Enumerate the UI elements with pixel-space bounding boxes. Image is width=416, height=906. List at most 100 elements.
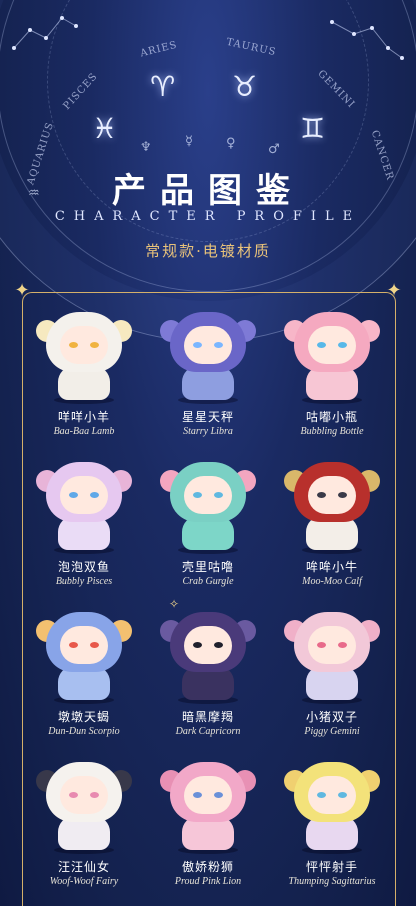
figure-eye-right (214, 342, 223, 348)
product-card[interactable]: 哞哞小牛 Moo-Moo Calf (270, 458, 394, 594)
constellation-right-icon (330, 20, 404, 60)
figure-eye-left (317, 792, 326, 798)
product-card[interactable]: 怦怦射手 Thumping Sagittarius (270, 758, 394, 894)
figure-face (308, 776, 356, 814)
product-card[interactable]: 泡泡双鱼 Bubbly Pisces (22, 458, 146, 594)
constellation-left-icon (12, 16, 78, 50)
taurus-symbol-icon: ♉ (232, 70, 258, 103)
figure-eye-left (69, 342, 78, 348)
figure-eye-left (193, 792, 202, 798)
figure-image (284, 758, 380, 854)
figure-eye-left (317, 492, 326, 498)
product-name-en: Bubbling Bottle (300, 426, 364, 437)
product-card[interactable]: 壳里咕噜 Crab Gurgle (146, 458, 270, 594)
figure-face (308, 476, 356, 514)
figure-image (36, 308, 132, 404)
product-card[interactable]: 咩咩小羊 Baa-Baa Lamb (22, 308, 146, 444)
figure-face (60, 476, 108, 514)
figure-eye-right (90, 342, 99, 348)
mercury-symbol-icon: ☿ (185, 134, 193, 149)
figure-image (36, 758, 132, 854)
product-name-zh: 泡泡双鱼 (57, 560, 110, 574)
neptune-symbol-icon: ♆ (140, 140, 152, 155)
figure-eye-left (193, 642, 202, 648)
figure-eye-left (317, 642, 326, 648)
figure-image (160, 458, 256, 554)
figure-face (308, 326, 356, 364)
product-name-en: Thumping Sagittarius (288, 876, 376, 887)
page-title-english: CHARACTER PROFILE (54, 209, 362, 224)
figure-image (284, 458, 380, 554)
product-card[interactable]: 汪汪仙女 Woof-Woof Fairy (22, 758, 146, 894)
product-name-zh: 咩咩小羊 (57, 410, 110, 424)
figure-eye-right (338, 492, 347, 498)
figure-face (184, 776, 232, 814)
mars-symbol-icon: ♂ (268, 142, 280, 157)
pisces-symbol-icon: ♓ (92, 112, 118, 145)
figure-eye-right (214, 792, 223, 798)
figure-eye-left (69, 642, 78, 648)
figure-image (160, 308, 256, 404)
aries-symbol-icon: ♈ (150, 70, 176, 103)
figure-eye-right (338, 342, 347, 348)
figure-image (284, 608, 380, 704)
product-name-zh: 星星天秤 (181, 410, 234, 424)
venus-symbol-icon: ♀ (226, 136, 236, 151)
figure-eye-right (90, 492, 99, 498)
product-grid: 咩咩小羊 Baa-Baa Lamb 星星天秤 Starry Libra 咕嘟小瓶 Bubb… (22, 308, 394, 894)
figure-eye-left (317, 342, 326, 348)
product-name-zh: 汪汪仙女 (57, 860, 110, 874)
figure-face (60, 326, 108, 364)
figure-eye-right (90, 792, 99, 798)
figure-face (60, 626, 108, 664)
product-name-en: Dun-Dun Scorpio (48, 726, 120, 737)
figure-eye-right (338, 792, 347, 798)
figure-image (160, 608, 256, 704)
figure-eye-right (338, 642, 347, 648)
product-name-zh: 傲娇粉狮 (181, 860, 234, 874)
product-profile-page: AQUARIUS PISCES ARIES TAURUS GEMINI CANC… (0, 0, 416, 906)
product-name-zh: 怦怦射手 (305, 860, 358, 874)
figure-face (308, 626, 356, 664)
product-card[interactable]: 星星天秤 Starry Libra (146, 308, 270, 444)
figure-image (160, 758, 256, 854)
figure-eye-right (214, 492, 223, 498)
figure-face (184, 476, 232, 514)
figure-face (184, 326, 232, 364)
product-card[interactable]: 咕嘟小瓶 Bubbling Bottle (270, 308, 394, 444)
product-name-en: Baa-Baa Lamb (53, 426, 115, 437)
product-card[interactable]: 小猪双子 Piggy Gemini (270, 608, 394, 744)
figure-eye-left (69, 792, 78, 798)
product-name-zh: 哞哞小牛 (305, 560, 358, 574)
product-name-en: Crab Gurgle (182, 576, 234, 587)
figure-face (60, 776, 108, 814)
figure-eye-left (193, 492, 202, 498)
product-name-en: Moo-Moo Calf (302, 576, 362, 587)
figure-eye-left (193, 342, 202, 348)
product-name-zh: 小猪双子 (305, 710, 358, 724)
figure-eye-right (90, 642, 99, 648)
product-card[interactable]: 暗黑摩羯 Dark Capricorn (146, 608, 270, 744)
page-title: 产品图鉴 (112, 171, 304, 211)
product-name-en: Proud Pink Lion (174, 876, 242, 887)
figure-image (284, 308, 380, 404)
product-name-en: Dark Capricorn (175, 726, 241, 737)
product-name-en: Woof-Woof Fairy (49, 876, 119, 887)
product-name-en: Bubbly Pisces (55, 576, 113, 587)
figure-eye-left (69, 492, 78, 498)
product-name-en: Starry Libra (183, 426, 233, 437)
product-name-zh: 壳里咕噜 (181, 560, 234, 574)
gemini-symbol-icon: ♊ (300, 112, 326, 145)
figure-image (36, 608, 132, 704)
product-card[interactable]: 傲娇粉狮 Proud Pink Lion (146, 758, 270, 894)
product-name-en: Piggy Gemini (304, 726, 360, 737)
product-name-zh: 暗黑摩羯 (181, 710, 234, 724)
figure-face (184, 626, 232, 664)
product-name-zh: 咕嘟小瓶 (305, 410, 358, 424)
page-subtitle: 常规款·电镀材质 (145, 242, 271, 260)
product-name-zh: 墩墩天蝎 (57, 710, 110, 724)
figure-image (36, 458, 132, 554)
product-card[interactable]: 墩墩天蝎 Dun-Dun Scorpio (22, 608, 146, 744)
sparkle-top-left-icon: ✦ (14, 280, 30, 301)
sparkle-top-right-icon: ✦ (386, 280, 402, 301)
